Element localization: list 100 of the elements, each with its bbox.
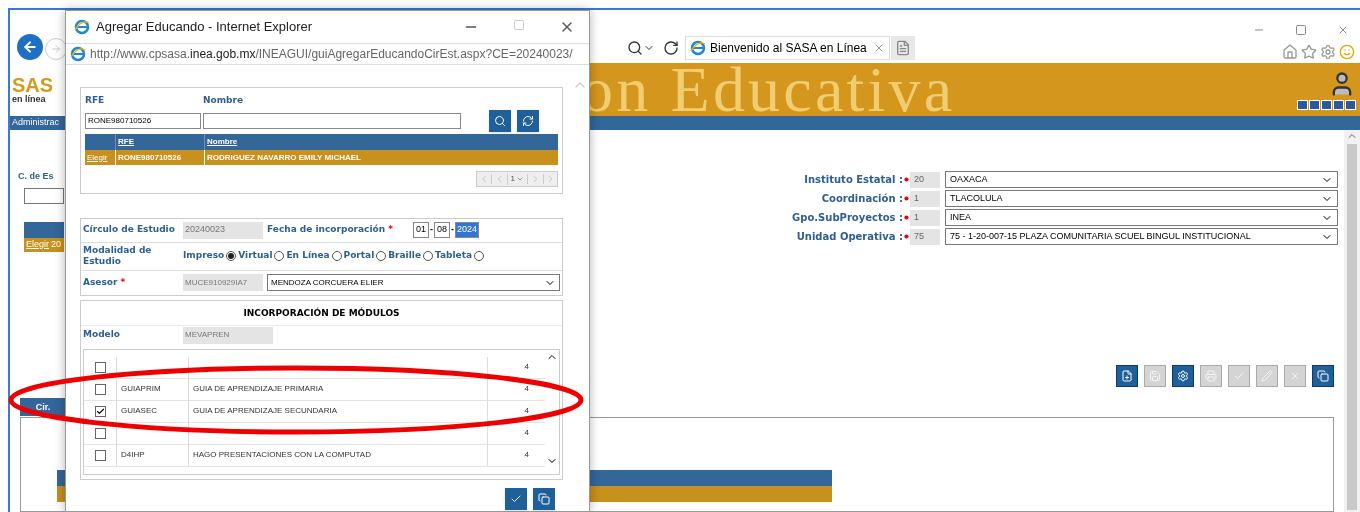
code-field: 1: [910, 190, 940, 207]
close-icon[interactable]: [1337, 24, 1349, 36]
copy-icon: [538, 492, 550, 505]
logo-tagline: en línea: [12, 95, 47, 104]
radio-label: Impreso: [183, 249, 225, 263]
dropdown[interactable]: 75 - 1-20-007-15 PLAZA COMUNITARIA SCUEL BINGUL INSTITUCIONAL: [945, 228, 1338, 245]
field-label: Coordinación :: [820, 192, 903, 206]
home-icon[interactable]: [1282, 44, 1298, 60]
new-tab-button[interactable]: [891, 36, 915, 60]
nav-icon[interactable]: [1297, 99, 1308, 110]
dropdown[interactable]: MENDOZA CORCUERA ELIER: [267, 274, 560, 291]
required-mark-icon: [904, 177, 909, 182]
radio-label: Portal: [343, 249, 375, 263]
document-icon: [895, 40, 911, 56]
checkbox[interactable]: [94, 361, 106, 373]
toolbar-button[interactable]: [1172, 364, 1194, 387]
pager[interactable]: 1: [475, 170, 558, 187]
readonly-field: 20240023: [183, 221, 263, 239]
module-code: GUIASEC: [121, 405, 157, 417]
window-title: Agregar Educando - Internet Explorer: [96, 18, 314, 37]
field-label: Asesor *: [82, 275, 127, 289]
radio-label: Tableta: [435, 249, 473, 263]
gear-icon: [1177, 369, 1189, 382]
site-logo: SAS: [12, 75, 55, 95]
section-title: INCORPORACIÓN DE MÓDULOS: [242, 306, 401, 320]
refresh-icon: [522, 114, 534, 127]
refresh-button[interactable]: [517, 109, 539, 132]
radio-label: Virtual: [238, 249, 273, 263]
month-field[interactable]: 08: [434, 222, 451, 238]
checkbox[interactable]: [94, 383, 106, 395]
favorites-icon[interactable]: [1301, 44, 1317, 60]
module-units: 4: [524, 405, 529, 417]
field-label: RFE: [85, 94, 106, 107]
column-header[interactable]: Nombre: [204, 133, 558, 150]
table-cell: RODRIGUEZ NAVARRO EMILY MICHAEL: [204, 149, 558, 165]
dropdown[interactable]: OAXACA: [945, 171, 1338, 188]
date-separator: -: [430, 223, 433, 237]
refresh-icon[interactable]: [663, 40, 679, 56]
checkbox[interactable]: [94, 449, 106, 461]
search-icon[interactable]: [627, 40, 643, 56]
input-field[interactable]: [24, 187, 64, 204]
address-bar[interactable]: http://www.cpsasa.inea.gob.mx/INEAGUI/guiAgregarEducandoCirEst.aspx?CE=20240023/: [66, 43, 589, 65]
field-label: Unidad Operativa :: [795, 230, 903, 244]
field-label: Círculo de Estudio: [82, 223, 176, 237]
module-code: GUIAPRIM: [121, 383, 161, 395]
browser-logo-icon: [74, 19, 90, 35]
search-button[interactable]: [489, 109, 511, 132]
field-label: Fecha de incorporación *: [266, 223, 394, 237]
page-number[interactable]: 1: [506, 172, 527, 185]
dropdown[interactable]: TLACOLULA: [945, 190, 1338, 207]
toolbar-button[interactable]: [1116, 364, 1138, 387]
nav-icon[interactable]: [1345, 99, 1356, 110]
arrow-right-icon: [50, 43, 62, 55]
copy-icon: [1317, 369, 1329, 382]
dropdown[interactable]: INEA: [945, 209, 1338, 226]
field-label: Instituto Estatal :: [803, 173, 903, 187]
back-button[interactable]: [17, 34, 43, 60]
checkbox[interactable]: [94, 427, 106, 439]
checkbox[interactable]: [94, 405, 106, 417]
module-units: 4: [524, 383, 529, 395]
input-field[interactable]: RONE980710526: [85, 112, 201, 129]
input-field[interactable]: [203, 112, 461, 129]
year-field[interactable]: 2024: [455, 222, 480, 238]
field-label: C. de Es: [18, 170, 55, 183]
browser-logo-icon: [690, 40, 706, 56]
document-button[interactable]: [533, 487, 555, 510]
nav-icon[interactable]: [1333, 99, 1344, 110]
scrollbar[interactable]: [1344, 130, 1360, 512]
menu-item[interactable]: Administrac: [10, 116, 59, 130]
browser-tab[interactable]: Bienvenido al SASA en Línea: [685, 36, 890, 60]
confirm-button[interactable]: [505, 487, 527, 510]
required-mark-icon: [904, 234, 909, 239]
module-description: GUIA DE APRENDIZAJE PRIMARIA: [193, 383, 324, 395]
required-mark-icon: [904, 215, 909, 220]
check-icon: [95, 406, 105, 416]
restore-icon[interactable]: [1295, 24, 1307, 36]
pencil-icon: [1261, 369, 1273, 382]
field-label: Modalidad de Estudio: [82, 245, 153, 267]
field-label: Modelo: [82, 328, 121, 342]
printer-icon: [1205, 369, 1217, 382]
table-cell-text: 20: [51, 237, 62, 251]
code-field: 1: [910, 209, 940, 226]
readonly-field: MEVAPREN: [183, 326, 273, 344]
table-cell: RONE980710526: [115, 149, 204, 165]
toolbar-button[interactable]: [1312, 364, 1334, 387]
nav-icon[interactable]: [1309, 99, 1320, 110]
day-field[interactable]: 01: [413, 222, 429, 238]
radio-label: Braille: [388, 249, 421, 263]
module-description: HAGO PRESENTACIONES CON LA COMPUTAD: [193, 449, 371, 461]
module-units: 4: [524, 427, 529, 439]
search-icon: [494, 114, 506, 127]
required-mark-icon: [904, 196, 909, 201]
date-separator: -: [451, 223, 455, 237]
module-description: GUIA DE APRENDIZAJE SECUNDARIA: [193, 405, 338, 417]
settings-icon[interactable]: [1320, 44, 1336, 60]
nav-icon[interactable]: [1321, 99, 1332, 110]
column-header[interactable]: RFE: [115, 133, 204, 150]
save-icon: [1149, 369, 1161, 382]
code-field: 75: [910, 228, 940, 245]
code-field: 20: [910, 171, 940, 188]
